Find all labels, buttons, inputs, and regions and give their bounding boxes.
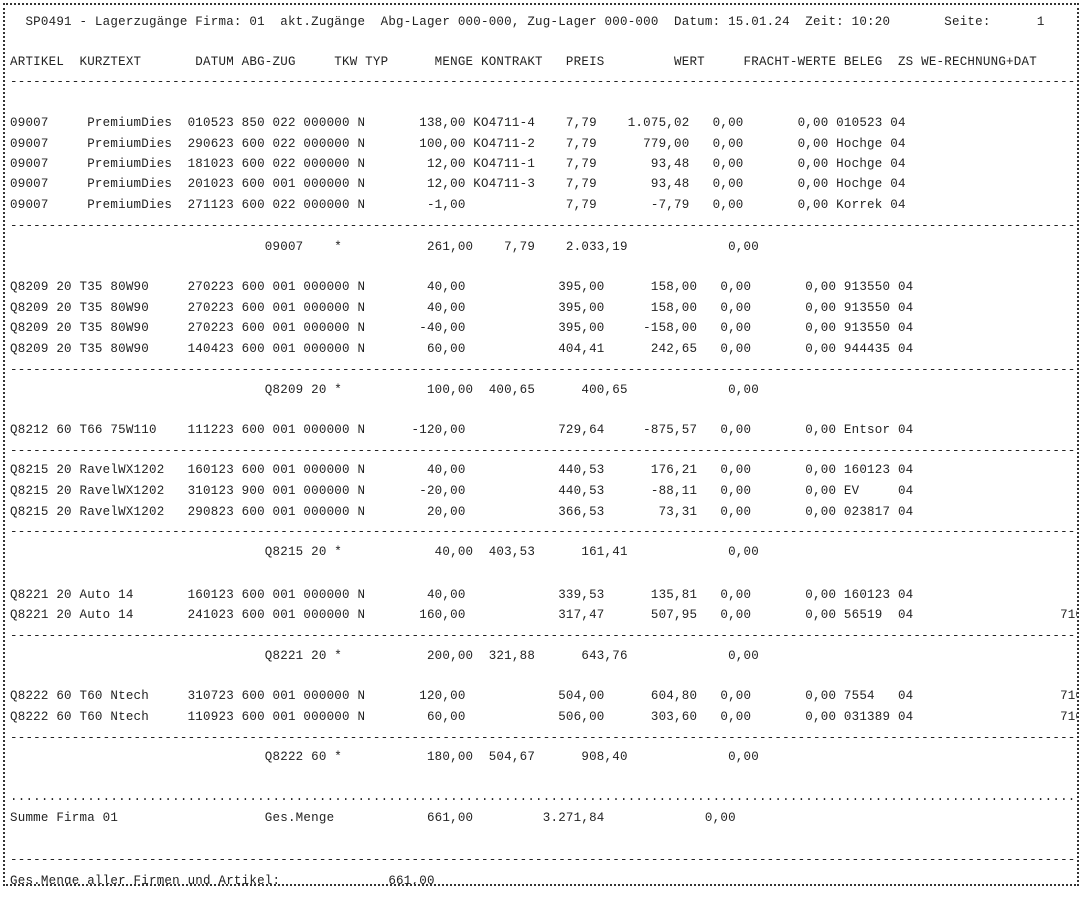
column-headers: ARTIKEL KURZTEXT DATUM ABG-ZUG TKW TYP M…	[10, 55, 1037, 69]
separator-line: ----------------------------------------…	[10, 444, 1079, 458]
dotted-separator: ........................................…	[10, 790, 1079, 804]
separator-line: ----------------------------------------…	[10, 219, 1079, 233]
table-row: Q8209 20 T35 80W90 140423 600 001 000000…	[10, 342, 914, 356]
table-row: Q8209 20 T35 80W90 270223 600 001 000000…	[10, 321, 914, 335]
separator-line: ----------------------------------------…	[10, 853, 1079, 867]
separator-line: ----------------------------------------…	[10, 731, 1079, 745]
separator-line: ----------------------------------------…	[10, 525, 1079, 539]
table-row: Q8215 20 RavelWX1202 310123 900 001 0000…	[10, 484, 914, 498]
table-row: Q8212 60 T66 75W110 111223 600 001 00000…	[10, 423, 914, 437]
table-row: Q8215 20 RavelWX1202 160123 600 001 0000…	[10, 463, 914, 477]
table-row: Q8221 20 Auto 14 160123 600 001 000000 N…	[10, 588, 914, 602]
grand-total-row: Ges.Menge aller Firmen und Artikel: 661,…	[10, 874, 435, 886]
separator-line: ----------------------------------------…	[10, 75, 1079, 89]
table-row: 09007 PremiumDies 201023 600 001 000000 …	[10, 177, 906, 191]
table-row: Q8222 60 T60 Ntech 310723 600 001 000000…	[10, 689, 1079, 703]
table-row: Q8221 20 Auto 14 241023 600 001 000000 N…	[10, 608, 1079, 622]
table-row: 09007 PremiumDies 290623 600 022 000000 …	[10, 137, 906, 151]
table-row: 09007 PremiumDies 271123 600 022 000000 …	[10, 198, 906, 212]
report-header: SP0491 - Lagerzugänge Firma: 01 akt.Zugä…	[10, 15, 1045, 29]
subtotal-row: Q8222 60 * 180,00 504,67 908,40 0,00	[10, 750, 759, 764]
table-row: Q8209 20 T35 80W90 270223 600 001 000000…	[10, 280, 914, 294]
separator-line: ----------------------------------------…	[10, 363, 1079, 377]
subtotal-row: Q8221 20 * 200,00 321,88 643,76 0,00	[10, 649, 759, 663]
subtotal-row: Q8209 20 * 100,00 400,65 400,65 0,00	[10, 383, 759, 397]
report-printout: SP0491 - Lagerzugänge Firma: 01 akt.Zugä…	[3, 3, 1079, 886]
table-row: 09007 PremiumDies 010523 850 022 000000 …	[10, 116, 906, 130]
subtotal-row: 09007 * 261,00 7,79 2.033,19 0,00	[10, 240, 759, 254]
table-row: Q8222 60 T60 Ntech 110923 600 001 000000…	[10, 710, 1079, 724]
company-total-row: Summe Firma 01 Ges.Menge 661,00 3.271,84…	[10, 811, 736, 825]
table-row: Q8215 20 RavelWX1202 290823 600 001 0000…	[10, 505, 914, 519]
table-row: 09007 PremiumDies 181023 600 022 000000 …	[10, 157, 906, 171]
table-row: Q8209 20 T35 80W90 270223 600 001 000000…	[10, 301, 914, 315]
separator-line: ----------------------------------------…	[10, 629, 1079, 643]
subtotal-row: Q8215 20 * 40,00 403,53 161,41 0,00	[10, 545, 759, 559]
